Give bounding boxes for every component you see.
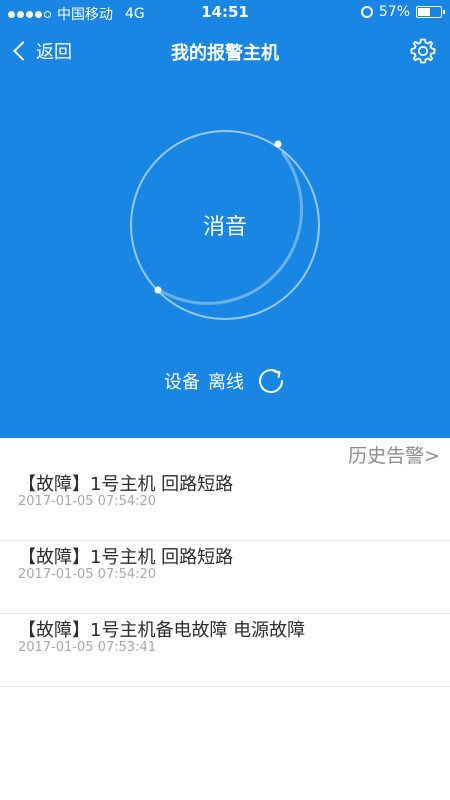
mute-button[interactable]: 消音 <box>128 128 322 322</box>
battery-fill <box>418 8 430 16</box>
refresh-icon <box>259 369 284 394</box>
alarm-list-item[interactable]: 【故障】1号主机备电故障 电源故障 2017-01-05 07:53:41 <box>0 614 450 687</box>
alarm-title: 【故障】1号主机备电故障 电源故障 <box>18 620 306 641</box>
alarm-time: 2017-01-05 07:54:20 <box>18 494 157 509</box>
battery-icon <box>416 6 445 18</box>
battery-percent: 57% <box>378 4 410 20</box>
gear-icon <box>410 38 436 64</box>
device-state: 离线 <box>208 372 244 393</box>
device-status: 设备 离线 <box>0 366 450 396</box>
status-bar: 中国移动 4G 14:51 57% <box>0 0 450 26</box>
nav-bar: 返回 我的报警主机 <box>0 26 450 76</box>
screen: 中国移动 4G 14:51 57% 返回 我的报警主机 消音 设备 离线 历史告… <box>0 0 450 800</box>
alarm-time: 2017-01-05 07:54:20 <box>18 567 157 582</box>
history-alarms-link[interactable]: 历史告警> <box>348 441 440 468</box>
refresh-button[interactable] <box>256 366 286 396</box>
page-title: 我的报警主机 <box>171 43 279 64</box>
status-right: 57% <box>360 4 445 20</box>
alarm-time: 2017-01-05 07:53:41 <box>18 640 157 655</box>
alarm-list: 【故障】1号主机 回路短路 2017-01-05 07:54:20 【故障】1号… <box>0 468 450 687</box>
alarm-clock-icon <box>360 6 373 18</box>
alarm-title: 【故障】1号主机 回路短路 <box>18 547 234 568</box>
settings-button[interactable] <box>408 36 438 66</box>
alarm-title: 【故障】1号主机 回路短路 <box>18 474 234 495</box>
alarm-list-item[interactable]: 【故障】1号主机 回路短路 2017-01-05 07:54:20 <box>0 468 450 541</box>
device-label: 设备 <box>164 372 200 393</box>
alarm-list-item[interactable]: 【故障】1号主机 回路短路 2017-01-05 07:54:20 <box>0 541 450 614</box>
